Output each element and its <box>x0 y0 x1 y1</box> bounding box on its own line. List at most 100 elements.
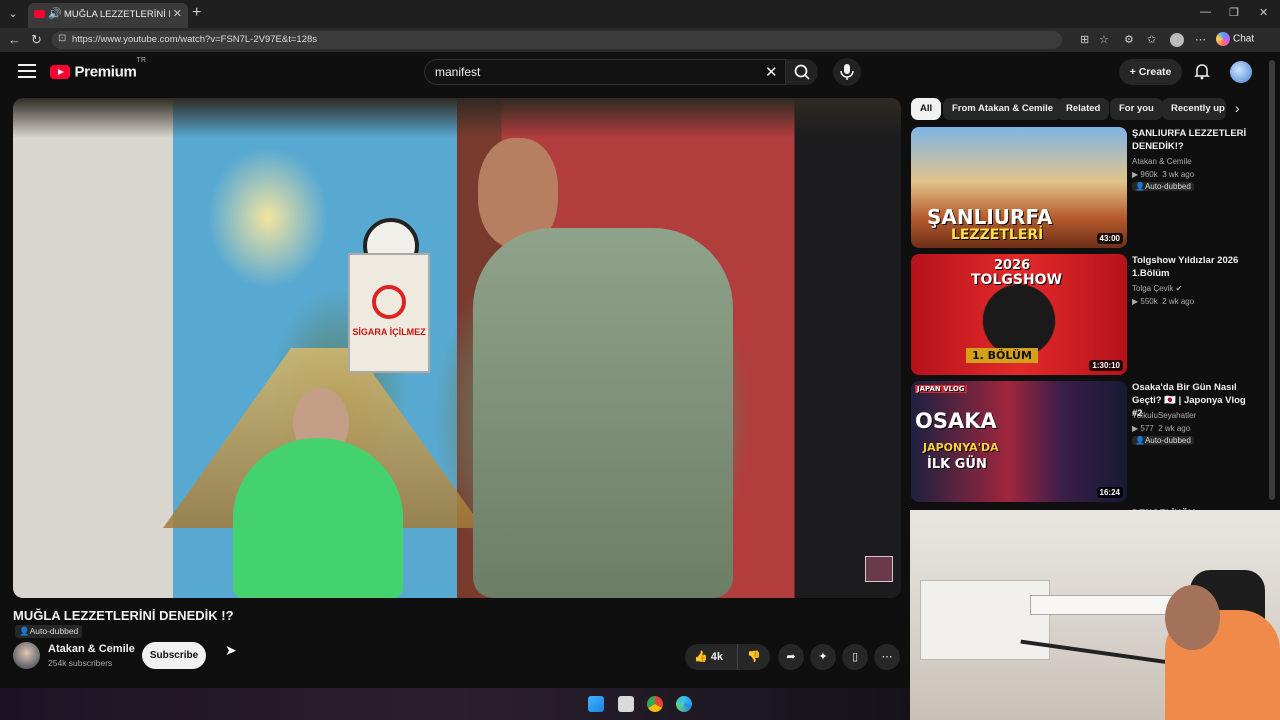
chat-label: Chat <box>1233 33 1255 45</box>
address-bar[interactable]: ⊡ https://www.youtube.com/watch?v=FSN7L-… <box>52 31 1062 49</box>
favorite-star-icon[interactable]: ☆ <box>1099 33 1109 46</box>
region-code: TR <box>136 56 146 64</box>
share-icon: ➦ <box>786 651 796 663</box>
share-button[interactable]: ➦ <box>778 644 804 670</box>
more-menu-icon[interactable]: ⋯ <box>1195 33 1206 46</box>
new-tab-icon[interactable]: + <box>192 4 201 22</box>
auto-dubbed-badge: 👤Auto-dubbed <box>1132 182 1194 191</box>
favorites-icon[interactable]: ✩ <box>1147 33 1156 46</box>
subscriber-count: 254k subscribers <box>48 658 113 668</box>
close-tab-icon[interactable]: ✕ <box>173 7 182 20</box>
video-thumbnail[interactable]: JAPAN VLOG OSAKA JAPONYA'DA İLK GÜN 16:2… <box>911 381 1127 502</box>
create-button[interactable]: + Create <box>1119 59 1182 85</box>
browser-tab[interactable]: 🔊 MUĞLA LEZZETLERİNİ DENEDİK !? ✕ <box>28 3 188 28</box>
close-window-icon[interactable]: ✕ <box>1259 6 1268 19</box>
scrollbar[interactable] <box>1269 60 1275 500</box>
site-info-icon[interactable]: ⊡ <box>58 33 66 44</box>
duration-badge: 1:30:10 <box>1089 360 1123 371</box>
chip-all[interactable]: All <box>911 98 942 120</box>
audio-playing-icon[interactable]: 🔊 <box>48 7 62 20</box>
video-frame-sign: SİGARA İÇİLMEZ <box>348 253 430 373</box>
extensions-icon[interactable]: ⚙ <box>1124 33 1134 46</box>
brand-text: Premium <box>74 63 137 81</box>
minimize-icon[interactable]: — <box>1200 6 1211 18</box>
copilot-icon <box>1216 32 1230 46</box>
save-button[interactable]: ▯ <box>842 644 868 670</box>
duration-badge: 43:00 <box>1096 233 1123 244</box>
os-taskbar <box>0 688 910 720</box>
edge-icon[interactable] <box>676 696 692 712</box>
app-available-icon[interactable]: ⊞ <box>1080 33 1089 46</box>
microphone-icon <box>840 64 854 80</box>
auto-dubbed-badge: 👤Auto-dubbed <box>1132 436 1194 445</box>
related-video-item[interactable]: JAPAN VLOG OSAKA JAPONYA'DA İLK GÜN 16:2… <box>911 381 1261 503</box>
like-dislike-group: 👍 4k 👎 <box>685 644 770 670</box>
more-icon: ⋯ <box>881 651 893 663</box>
search-button[interactable] <box>786 59 818 85</box>
related-title: Tolgshow Yıldızlar 2026 1.Bölüm <box>1132 255 1239 279</box>
sparkle-icon: ✦ <box>818 651 828 663</box>
create-label: Create <box>1138 66 1172 78</box>
like-button[interactable]: 👍 4k <box>694 651 723 663</box>
thumbnail-text: İLK GÜN <box>927 457 987 472</box>
ask-ai-button[interactable]: ✦ <box>810 644 836 670</box>
subscribe-button[interactable]: Subscribe <box>142 642 206 669</box>
reload-icon[interactable]: ↻ <box>31 32 42 48</box>
channel-avatar[interactable] <box>13 642 40 669</box>
webcam-person-head <box>1165 585 1220 650</box>
clear-search-icon[interactable]: ✕ <box>765 63 778 81</box>
search-box: ✕ <box>424 59 786 85</box>
bell-icon <box>1194 64 1210 80</box>
thumbnail-text: 2026 <box>994 258 1031 273</box>
search-icon <box>794 64 810 80</box>
guide-menu-icon[interactable] <box>18 64 36 78</box>
like-count: 4k <box>710 651 724 663</box>
file-explorer-icon[interactable] <box>618 696 634 712</box>
profile-icon[interactable] <box>1170 33 1184 47</box>
related-video-item[interactable]: ŞANLIURFA LEZZETLERİ 43:00 ŞANLIURFA LEZ… <box>911 127 1261 249</box>
tab-title: MUĞLA LEZZETLERİNİ DENEDİK !? <box>64 9 170 20</box>
mouse-cursor-icon: ➤ <box>225 642 237 658</box>
restore-icon[interactable]: ❐ <box>1229 6 1239 19</box>
notifications-button[interactable] <box>1193 62 1211 85</box>
webcam-overlay <box>910 510 1280 720</box>
related-stats: ▶ 577 2 wk ago <box>1132 424 1191 433</box>
chip-recently-uploaded[interactable]: Recently up <box>1162 98 1226 120</box>
related-channel: TutkuluSeyahatler <box>1132 411 1197 420</box>
duration-badge: 16:24 <box>1096 487 1123 498</box>
video-thumbnail[interactable]: ŞANLIURFA LEZZETLERİ 43:00 <box>911 127 1127 248</box>
video-thumbnail[interactable]: 2026 TOLGSHOW 1. BÖLÜM 1:30:10 <box>911 254 1127 375</box>
thumbnail-text: TOLGSHOW <box>971 272 1063 288</box>
channel-name[interactable]: Atakan & Cemile <box>48 643 135 655</box>
thumbnail-text: LEZZETLERİ <box>951 227 1044 243</box>
thumbnail-text: OSAKA <box>915 409 997 433</box>
browser-tab-strip: ⌄ 🔊 MUĞLA LEZZETLERİNİ DENEDİK !? ✕ + — … <box>0 0 1280 28</box>
thumbnail-text: ŞANLIURFA <box>927 205 1053 229</box>
related-stats: ▶ 550k 2 wk ago <box>1132 297 1195 306</box>
copilot-chat-button[interactable]: Chat <box>1216 32 1254 46</box>
related-video-item[interactable]: 2026 TOLGSHOW 1. BÖLÜM 1:30:10 Tolgshow … <box>911 254 1261 376</box>
video-frame-host-body <box>473 228 733 598</box>
url-text: https://www.youtube.com/watch?v=FSN7L-2V… <box>72 34 318 45</box>
chip-from-channel[interactable]: From Atakan & Cemile <box>943 98 1063 120</box>
tab-search-icon[interactable]: ⌄ <box>4 5 22 23</box>
windows-start-icon[interactable] <box>588 696 604 712</box>
dislike-icon[interactable]: 👎 <box>747 644 761 670</box>
browser-toolbar: ← ↻ ⊡ https://www.youtube.com/watch?v=FS… <box>0 28 1280 52</box>
auto-dubbed-badge: 👤Auto-dubbed <box>15 625 83 638</box>
back-icon[interactable]: ← <box>8 32 21 47</box>
related-channel: Tolga Çevik ✔ <box>1132 284 1183 293</box>
chrome-icon[interactable] <box>647 696 663 712</box>
chip-related[interactable]: Related <box>1057 98 1110 120</box>
search-input[interactable] <box>435 65 755 79</box>
video-player[interactable]: SİGARA İÇİLMEZ <box>13 98 901 598</box>
channel-watermark[interactable] <box>865 556 893 582</box>
youtube-premium-logo[interactable]: PremiumTR <box>50 57 146 81</box>
more-actions-button[interactable]: ⋯ <box>874 644 900 670</box>
account-avatar[interactable] <box>1230 61 1252 83</box>
voice-search-button[interactable] <box>833 58 861 86</box>
divider <box>737 644 738 670</box>
sign-text: SİGARA İÇİLMEZ <box>352 327 426 337</box>
chevron-right-icon[interactable]: › <box>1235 100 1240 116</box>
chip-for-you[interactable]: For you <box>1110 98 1163 120</box>
